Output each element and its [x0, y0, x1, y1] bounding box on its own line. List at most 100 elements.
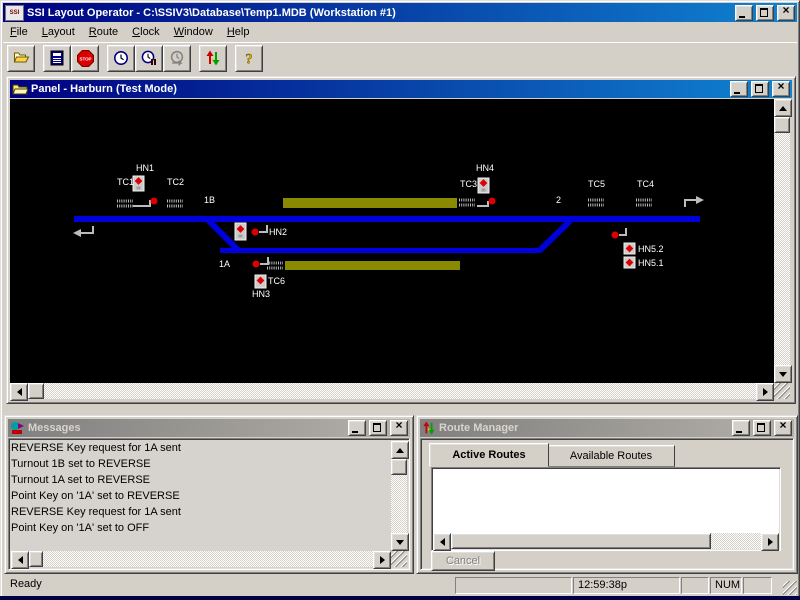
scroll-down-button[interactable] — [774, 365, 792, 383]
menu-route[interactable]: Route — [82, 24, 125, 41]
horizontal-scroll-thumb[interactable] — [451, 533, 711, 549]
vertical-scroll-track[interactable] — [391, 475, 407, 533]
menu-file[interactable]: File — [3, 24, 35, 41]
menu-help[interactable]: Help — [220, 24, 257, 41]
routes-horizontal-scrollbar[interactable] — [433, 533, 779, 549]
label-hn4: HN4 — [476, 163, 494, 173]
track-circuit-tc1-symbol[interactable] — [117, 201, 133, 206]
indicator-hn52[interactable] — [624, 243, 635, 254]
window-resize-grip[interactable] — [783, 581, 797, 595]
track-circuit-tc6-symbol[interactable] — [267, 263, 283, 268]
clock-step-button[interactable] — [163, 45, 191, 72]
indicator-hn51[interactable] — [624, 257, 635, 268]
signal-hn1[interactable] — [133, 198, 158, 207]
signal-hn3[interactable] — [253, 257, 269, 268]
occupied-section-lower[interactable] — [285, 261, 460, 270]
scroll-up-button[interactable] — [774, 99, 792, 117]
track-circuit-tc3-symbol[interactable] — [459, 200, 475, 205]
panel-window: Panel - Harburn (Test Mode) — [6, 76, 796, 404]
clock-hold-button[interactable] — [135, 45, 163, 72]
messages-titlebar[interactable]: Messages — [8, 419, 410, 437]
track-circuit-tc2-symbol[interactable] — [167, 201, 183, 206]
route-manager-close-button[interactable] — [774, 420, 792, 436]
route-manager-window: Route Manager Active Routes Available Ro… — [416, 415, 798, 574]
panel-resize-grip[interactable] — [774, 383, 790, 399]
tab-available-routes[interactable]: Available Routes — [547, 445, 675, 467]
track-panel-canvas[interactable]: HN1 TC1 TC2 1B TC3 HN4 2 TC5 TC4 HN2 1A … — [10, 99, 774, 383]
occupied-section-upper[interactable] — [283, 198, 457, 208]
panel-horizontal-scrollbar[interactable] — [10, 383, 774, 399]
vertical-scroll-thumb[interactable] — [391, 459, 407, 475]
horizontal-scroll-thumb[interactable] — [29, 551, 43, 567]
menu-clock[interactable]: Clock — [125, 24, 167, 41]
message-line[interactable]: Point Key on '1A' set to OFF — [11, 520, 391, 536]
panel-minimize-button[interactable] — [730, 81, 748, 97]
exit-arrow-right[interactable] — [685, 196, 704, 207]
cancel-button[interactable]: Cancel — [431, 551, 495, 571]
indicator-tc6[interactable] — [255, 275, 266, 288]
horizontal-scroll-track[interactable] — [711, 533, 761, 549]
track-circuit-tc5-symbol[interactable] — [588, 200, 604, 205]
label-point-1a[interactable]: 1A — [219, 259, 230, 269]
vertical-scroll-thumb[interactable] — [774, 117, 790, 133]
open-file-button[interactable] — [7, 45, 35, 72]
scroll-left-button[interactable] — [10, 383, 28, 401]
route-manager-maximize-button[interactable] — [753, 420, 771, 436]
message-line[interactable]: REVERSE Key request for 1A sent — [11, 504, 391, 520]
message-line[interactable]: Turnout 1B set to REVERSE — [11, 456, 391, 472]
message-line[interactable]: Point Key on '1A' set to REVERSE — [11, 488, 391, 504]
indicator-hn2[interactable] — [235, 223, 246, 240]
panel-titlebar[interactable]: Panel - Harburn (Test Mode) — [10, 80, 792, 98]
help-button[interactable]: ? — [235, 45, 263, 72]
maximize-button[interactable] — [756, 5, 774, 21]
route-manager-minimize-button[interactable] — [732, 420, 750, 436]
messages-resize-grip[interactable] — [391, 551, 407, 567]
track-loop-line[interactable] — [220, 248, 540, 253]
active-routes-list[interactable] — [431, 467, 781, 551]
scroll-up-button[interactable] — [391, 441, 409, 459]
point-1b-leg[interactable] — [207, 219, 238, 250]
route-manager-button[interactable] — [199, 45, 227, 72]
track-circuit-tc4-symbol[interactable] — [636, 200, 652, 205]
scroll-right-button[interactable] — [373, 551, 391, 569]
indicator-hn4[interactable] — [478, 178, 489, 193]
clock-run-button[interactable] — [107, 45, 135, 72]
scroll-left-button[interactable] — [433, 533, 451, 551]
event-log-button[interactable] — [43, 45, 71, 72]
horizontal-scroll-thumb[interactable] — [28, 383, 44, 399]
scroll-down-button[interactable] — [391, 533, 409, 551]
message-line[interactable]: Turnout 1A set to REVERSE — [11, 472, 391, 488]
point-2-leg[interactable] — [539, 221, 570, 251]
message-line[interactable]: REVERSE Key request for 1A sent — [11, 440, 391, 456]
signal-hn4[interactable] — [477, 198, 496, 207]
menu-window[interactable]: Window — [167, 24, 220, 41]
scroll-right-button[interactable] — [756, 383, 774, 401]
panel-close-button[interactable] — [772, 81, 790, 97]
tab-active-routes[interactable]: Active Routes — [429, 443, 549, 467]
route-manager-titlebar[interactable]: Route Manager — [420, 419, 794, 437]
vertical-scroll-track[interactable] — [774, 133, 790, 365]
menu-layout[interactable]: Layout — [35, 24, 82, 41]
signal-hn5[interactable] — [612, 228, 627, 239]
exit-arrow-left[interactable] — [73, 226, 93, 237]
stop-button[interactable]: STOP — [71, 45, 99, 72]
app-titlebar[interactable]: SSI SSI Layout Operator - C:\SSIV3\Datab… — [3, 3, 797, 22]
scroll-right-button[interactable] — [761, 533, 779, 551]
track-main-line[interactable] — [74, 216, 700, 222]
panel-maximize-button[interactable] — [751, 81, 769, 97]
horizontal-scroll-track[interactable] — [44, 383, 756, 399]
label-point-1b[interactable]: 1B — [204, 195, 215, 205]
messages-minimize-button[interactable] — [348, 420, 366, 436]
scroll-left-button[interactable] — [11, 551, 29, 569]
messages-vertical-scrollbar[interactable] — [391, 441, 407, 551]
messages-maximize-button[interactable] — [369, 420, 387, 436]
horizontal-scroll-track[interactable] — [43, 551, 373, 567]
minimize-button[interactable] — [735, 5, 753, 21]
messages-close-button[interactable] — [390, 420, 408, 436]
label-point-2[interactable]: 2 — [556, 195, 561, 205]
messages-horizontal-scrollbar[interactable] — [11, 551, 391, 567]
indicator-hn1[interactable] — [133, 176, 144, 191]
signal-hn2[interactable] — [252, 225, 268, 236]
panel-vertical-scrollbar[interactable] — [774, 99, 790, 383]
close-button[interactable] — [777, 5, 795, 21]
